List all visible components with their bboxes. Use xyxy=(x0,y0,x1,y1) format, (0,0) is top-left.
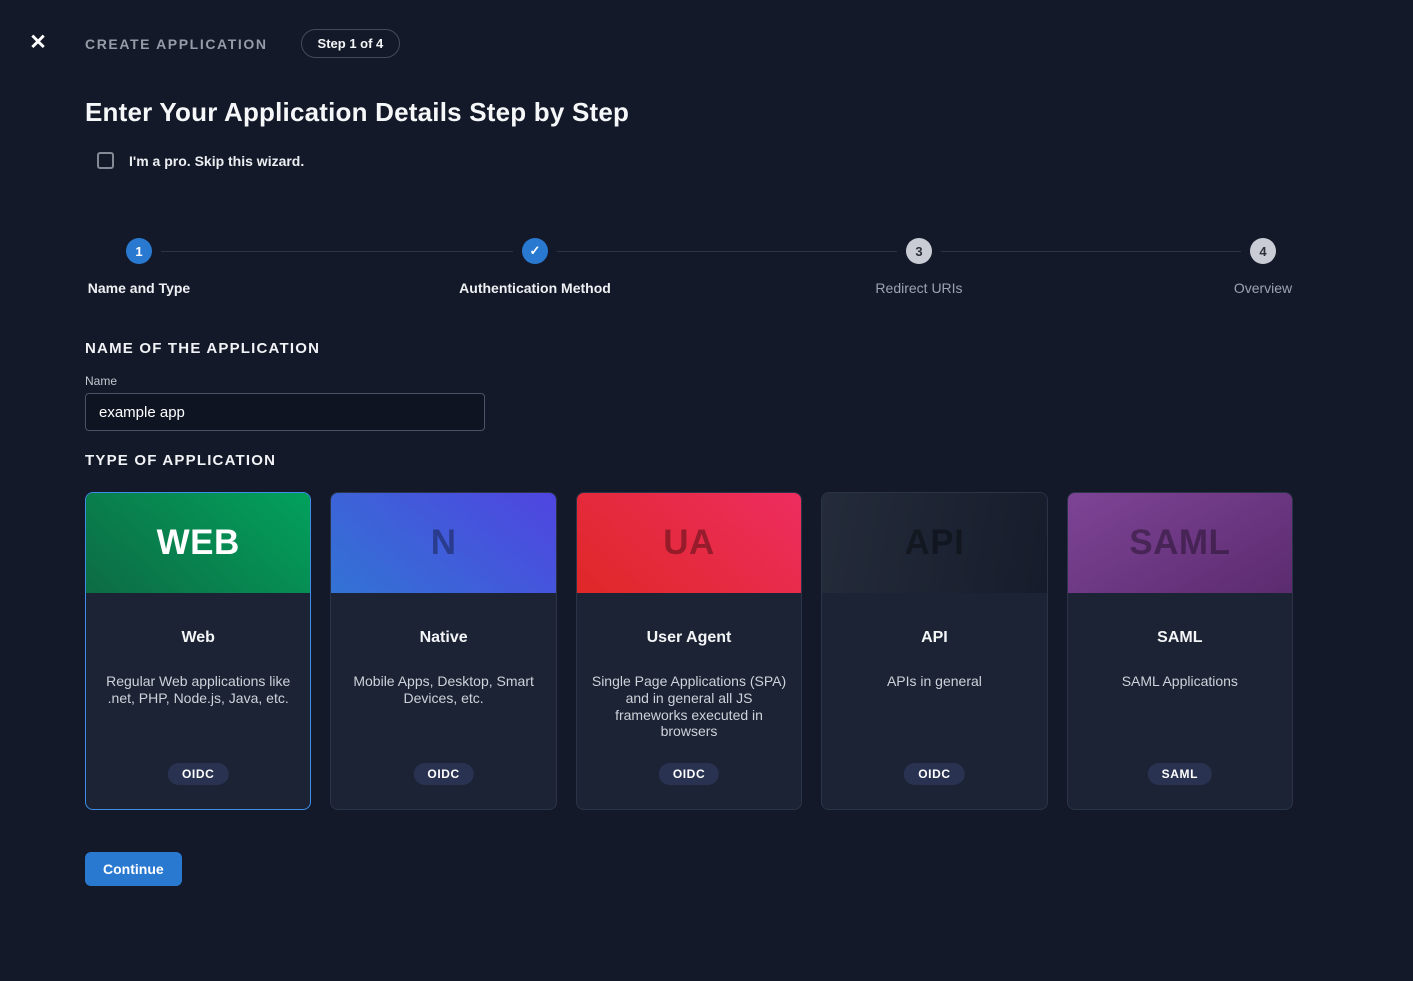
wizard-title: CREATE APPLICATION xyxy=(85,36,268,52)
stepper: 1 ✓ 3 4 Name and Type Authentication Met… xyxy=(85,238,1293,298)
card-description: SAML Applications xyxy=(1080,673,1280,690)
name-field-label: Name xyxy=(85,374,117,388)
app-type-card-saml[interactable]: SAML SAML SAML Applications SAML xyxy=(1067,492,1293,810)
continue-button[interactable]: Continue xyxy=(85,852,182,886)
card-header-letter: WEB xyxy=(157,523,240,563)
app-type-card-web-header: WEB xyxy=(86,493,310,593)
step-connector-line xyxy=(941,251,1241,252)
card-header-letter: N xyxy=(431,523,457,563)
protocol-badge: SAML xyxy=(1148,763,1212,785)
step-counter-badge: Step 1 of 4 xyxy=(301,29,401,58)
step-1-indicator[interactable]: 1 xyxy=(126,238,152,264)
skip-wizard-label: I'm a pro. Skip this wizard. xyxy=(129,153,304,169)
app-type-card-user-agent[interactable]: UA User Agent Single Page Applications (… xyxy=(576,492,802,810)
step-4-indicator[interactable]: 4 xyxy=(1250,238,1276,264)
protocol-badge: OIDC xyxy=(659,763,719,785)
card-description: Regular Web applications like .net, PHP,… xyxy=(98,673,298,707)
close-icon[interactable]: ✕ xyxy=(25,30,51,56)
app-type-card-list: WEB Web Regular Web applications like .n… xyxy=(85,492,1293,810)
card-body: API APIs in general OIDC xyxy=(822,593,1046,809)
card-header-letter: UA xyxy=(663,523,715,563)
app-type-card-web[interactable]: WEB Web Regular Web applications like .n… xyxy=(85,492,311,810)
app-type-card-api[interactable]: API API APIs in general OIDC xyxy=(821,492,1047,810)
page-title: Enter Your Application Details Step by S… xyxy=(85,97,629,128)
app-type-card-native[interactable]: N Native Mobile Apps, Desktop, Smart Dev… xyxy=(330,492,556,810)
skip-wizard-row[interactable]: I'm a pro. Skip this wizard. xyxy=(97,152,304,169)
step-1-label[interactable]: Name and Type xyxy=(88,280,190,296)
card-header-letter: API xyxy=(904,523,964,563)
card-body: Web Regular Web applications like .net, … xyxy=(86,593,310,809)
card-description: Single Page Applications (SPA) and in ge… xyxy=(589,673,789,740)
protocol-badge: OIDC xyxy=(413,763,473,785)
app-type-card-saml-header: SAML xyxy=(1068,493,1292,593)
card-description: Mobile Apps, Desktop, Smart Devices, etc… xyxy=(344,673,544,707)
step-2-label[interactable]: Authentication Method xyxy=(459,280,611,296)
step-connector-line xyxy=(557,251,897,252)
step-3-indicator[interactable]: 3 xyxy=(906,238,932,264)
wizard-header: CREATE APPLICATION Step 1 of 4 xyxy=(85,29,400,58)
app-type-card-native-header: N xyxy=(331,493,555,593)
app-type-card-user-agent-header: UA xyxy=(577,493,801,593)
card-title: API xyxy=(822,629,1046,647)
protocol-badge: OIDC xyxy=(168,763,228,785)
type-section-heading: TYPE OF APPLICATION xyxy=(85,452,276,469)
name-section-heading: NAME OF THE APPLICATION xyxy=(85,340,320,357)
card-body: Native Mobile Apps, Desktop, Smart Devic… xyxy=(331,593,555,809)
card-body: User Agent Single Page Applications (SPA… xyxy=(577,593,801,809)
card-header-letter: SAML xyxy=(1129,523,1230,563)
card-title: User Agent xyxy=(577,629,801,647)
protocol-badge: OIDC xyxy=(904,763,964,785)
app-type-card-api-header: API xyxy=(822,493,1046,593)
skip-wizard-checkbox[interactable] xyxy=(97,152,114,169)
step-2-indicator[interactable]: ✓ xyxy=(522,238,548,264)
step-4-label[interactable]: Overview xyxy=(1234,280,1292,296)
step-connector-line xyxy=(161,251,513,252)
step-3-label[interactable]: Redirect URIs xyxy=(875,280,962,296)
card-description: APIs in general xyxy=(834,673,1034,690)
application-name-input[interactable] xyxy=(85,393,485,431)
card-body: SAML SAML Applications SAML xyxy=(1068,593,1292,809)
card-title: Native xyxy=(331,629,555,647)
card-title: Web xyxy=(86,629,310,647)
card-title: SAML xyxy=(1068,629,1292,647)
